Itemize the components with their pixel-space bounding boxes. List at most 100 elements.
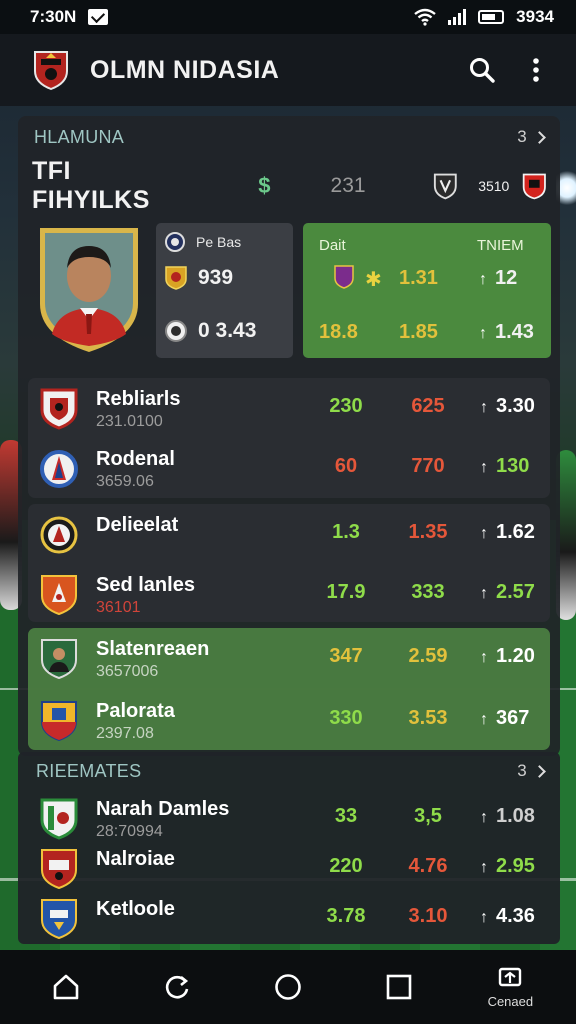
team-crest-icon (41, 849, 77, 890)
status-bar: 7:30N 3934 (0, 0, 576, 34)
odds-value[interactable]: ↑ 367 (480, 707, 544, 730)
arrow-up-icon: ↑ (480, 859, 488, 876)
team-name: Nalroiae (96, 848, 175, 870)
section-header[interactable]: HLAMUNA 3 (34, 120, 546, 154)
arrow-up-icon: ↑ (480, 585, 488, 602)
odds-value[interactable]: 60 (318, 455, 374, 478)
match-row[interactable]: Rebliarls 231.0100 230 625 ↑ 3.30 (28, 378, 550, 436)
odds-value[interactable]: 3,5 (398, 805, 458, 828)
odds-value[interactable]: 3.10 (398, 905, 458, 928)
odds-separator: ✱ (365, 269, 382, 291)
match-row[interactable]: Ketloole 3.78 3.10 ↑ 4.36 (28, 888, 550, 946)
team-name: Palorata (96, 700, 175, 722)
match-row[interactable]: Sed lanles 36101 17.9 333 ↑ 2.57 (28, 564, 550, 622)
match-row[interactable]: Slatenreaen 3657006 347 2.59 ↑ 1.20 (28, 628, 550, 686)
nav-home-button[interactable] (258, 957, 318, 1017)
odds-value[interactable]: 230 (318, 395, 374, 418)
circle-home-icon (275, 974, 301, 1000)
odds-value[interactable]: ↑ 1.08 (480, 805, 544, 828)
mail-icon (88, 9, 109, 25)
odds-head-right: TNIEM (477, 237, 524, 254)
nav-extra-button[interactable]: Cenaed (480, 957, 540, 1017)
section-count[interactable]: 3 (517, 127, 546, 147)
search-icon (470, 58, 495, 83)
odds-value[interactable]: ↑ 4.36 (480, 905, 544, 928)
match-row[interactable]: Delieelat 1.3 1.35 ↑ 1.62 (28, 504, 550, 562)
odds-value[interactable]: ↑ 2.57 (480, 581, 544, 604)
odds-cell[interactable]: 1.31 (399, 267, 438, 290)
odds-cell[interactable]: ↑ 1.43 (479, 321, 534, 344)
home-outline-icon (53, 974, 78, 1000)
chevron-right-icon (533, 130, 546, 144)
odds-value[interactable]: 17.9 (318, 581, 374, 604)
team-name: Rodenal (96, 448, 175, 470)
search-button[interactable] (462, 50, 502, 90)
odds-value[interactable]: 347 (318, 645, 374, 668)
stat-value-secondary: 0 3.43 (198, 319, 257, 342)
odds-value[interactable]: 33 (318, 805, 374, 828)
team-crest-icon (40, 516, 78, 554)
team-crest-icon (41, 701, 77, 742)
odds-value[interactable]: 3.53 (398, 707, 458, 730)
odds-value[interactable]: 770 (398, 455, 458, 478)
arrow-up-icon: ↑ (480, 399, 488, 416)
odds-value[interactable]: ↑ 2.95 (480, 855, 544, 878)
arrow-up-icon: ↑ (480, 909, 488, 926)
nav-back-button[interactable] (36, 957, 96, 1017)
cast-icon (499, 967, 522, 986)
arrow-up-icon: ↑ (480, 459, 488, 476)
odds-value[interactable]: 220 (318, 855, 374, 878)
section-count[interactable]: 3 (517, 761, 546, 781)
app-title: OLMN NIDASIA (90, 55, 280, 84)
match-row[interactable]: Rodenal 3659.06 60 770 ↑ 130 (28, 438, 550, 496)
nav-rotate-button[interactable] (147, 957, 207, 1017)
featured-team-small-value: 3510 (478, 178, 510, 194)
section-title: HLAMUNA (34, 126, 125, 147)
team-name: Rebliarls (96, 388, 181, 410)
odds-value[interactable]: ↑ 1.62 (480, 521, 544, 544)
match-group: Rebliarls 231.0100 230 625 ↑ 3.30 Rodenal… (28, 378, 550, 498)
player-portrait[interactable] (36, 224, 142, 354)
odds-value[interactable]: 1.3 (318, 521, 374, 544)
match-group: Delieelat 1.3 1.35 ↑ 1.62 Sed lanles 3610… (28, 504, 550, 622)
odds-head-left: Dait (319, 237, 346, 254)
match-group-highlighted: Slatenreaen 3657006 347 2.59 ↑ 1.20 Palor… (28, 628, 550, 750)
odds-value[interactable]: 4.76 (398, 855, 458, 878)
app-bar: OLMN NIDASIA (0, 34, 576, 106)
match-group: Narah Damles 28:70994 33 3,5 ↑ 1.08 Nalro… (28, 788, 550, 940)
battery-icon (478, 10, 505, 24)
odds-cell[interactable]: 18.8 (319, 321, 358, 344)
section-title: RIEEMATES (36, 760, 142, 781)
nav-extra-label: Cenaed (487, 993, 534, 1009)
odds-value[interactable]: ↑ 1.20 (480, 645, 544, 668)
team-crest-icon (40, 388, 78, 430)
nav-recents-button[interactable] (369, 957, 429, 1017)
arrow-up-icon: ↑ (480, 525, 488, 542)
section-header[interactable]: RIEEMATES 3 (36, 754, 546, 788)
featured-odds-box[interactable]: Dait TNIEM ✱ 1.31 ↑ 12 18.8 1.85 ↑ 1.43 (303, 223, 551, 358)
match-row[interactable]: Palorata 2397.08 330 3.53 ↑ 367 (28, 690, 550, 748)
odds-value[interactable]: 333 (398, 581, 458, 604)
arrow-up-icon: ↑ (479, 325, 487, 342)
odds-value[interactable]: 3.78 (318, 905, 374, 928)
status-clock: 3934 (516, 7, 554, 26)
team-name: Slatenreaen (96, 638, 210, 660)
currency-symbol: $ (258, 173, 271, 198)
odds-value[interactable]: 330 (318, 707, 374, 730)
team-meta: 36101 (96, 599, 141, 616)
arrow-up-icon: ↑ (480, 711, 488, 728)
more-options-button[interactable] (516, 50, 556, 90)
odds-value[interactable]: ↑ 3.30 (480, 395, 544, 418)
odds-value[interactable]: ↑ 130 (480, 455, 544, 478)
featured-team-name: TFI FIHYILKS (32, 157, 150, 214)
stat-label: Pe Bas (196, 234, 242, 250)
team-crest-icon (41, 575, 77, 616)
odds-cell[interactable]: 1.85 (399, 321, 438, 344)
odds-value[interactable]: 625 (398, 395, 458, 418)
odds-value[interactable]: 2.59 (398, 645, 458, 668)
odds-cell[interactable]: ↑ 12 (479, 267, 517, 290)
system-nav-bar: Cenaed (0, 950, 576, 1024)
team-name: Sed lanles (96, 574, 195, 596)
odds-value[interactable]: 1.35 (398, 521, 458, 544)
club-crest-icon[interactable] (32, 49, 70, 91)
